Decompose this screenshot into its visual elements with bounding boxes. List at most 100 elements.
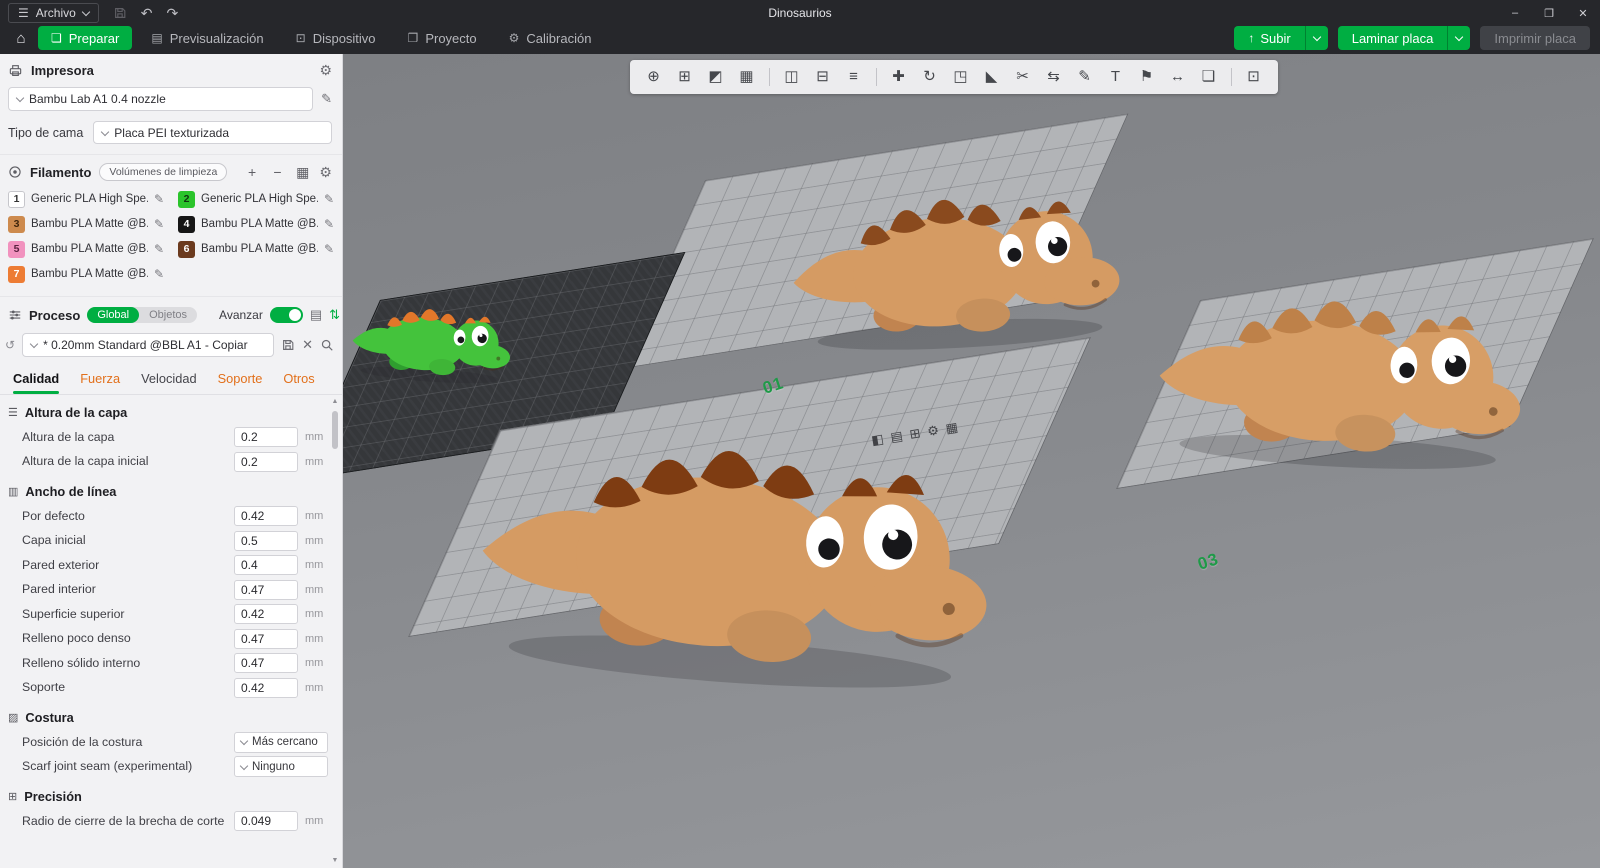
param-tab-fuerza[interactable]: Fuerza xyxy=(80,371,120,394)
scroll-up-arrow[interactable]: ▲ xyxy=(332,397,339,407)
tab-preparar[interactable]: ❏ Preparar xyxy=(38,26,133,50)
scroll-down-arrow[interactable]: ▼ xyxy=(332,856,339,866)
undo-icon[interactable]: ↶ xyxy=(141,6,153,20)
settings-group-precision: ⊞ Precisión xyxy=(0,779,328,809)
setting-input[interactable] xyxy=(234,506,298,527)
setting-input[interactable] xyxy=(234,579,298,600)
lay-on-face-icon[interactable]: ◣ xyxy=(980,65,1004,89)
filament-settings-gear-icon[interactable]: ⚙ xyxy=(319,164,332,181)
setting-select-value: Ninguno xyxy=(252,760,295,773)
scale-icon[interactable]: ◳ xyxy=(949,65,973,89)
setting-input[interactable] xyxy=(234,653,298,674)
minimize-button[interactable]: – xyxy=(1498,3,1532,23)
edit-filament-icon[interactable]: ✎ xyxy=(324,192,334,206)
upload-dropdown-button[interactable] xyxy=(1304,26,1328,50)
file-menu-button[interactable]: ☰ Archivo xyxy=(8,3,99,23)
redo-icon[interactable]: ↷ xyxy=(167,6,179,20)
setting-input[interactable] xyxy=(234,677,298,698)
dinosaur-right[interactable] xyxy=(1145,229,1557,483)
setting-input[interactable] xyxy=(234,628,298,649)
scrollbar-track[interactable] xyxy=(331,407,339,856)
arrange-icon[interactable]: ▦ xyxy=(735,65,759,89)
filament-slot-3[interactable]: 3 Bambu PLA Matte @B... ✎ xyxy=(8,214,164,234)
seam-icon[interactable]: ⚑ xyxy=(1135,65,1159,89)
rotate-icon[interactable]: ↻ xyxy=(918,65,942,89)
slice-dropdown-button[interactable] xyxy=(1447,26,1471,50)
flush-volumes-button[interactable]: Volúmenes de limpieza xyxy=(99,163,228,181)
dinosaur-front[interactable] xyxy=(460,345,1041,710)
flush-matrix-icon[interactable]: ▦ xyxy=(294,164,311,181)
close-button[interactable]: ✕ xyxy=(1566,3,1600,24)
setting-input[interactable] xyxy=(234,530,298,551)
delete-preset-icon[interactable]: ✕ xyxy=(302,337,313,353)
add-plate-icon[interactable]: ⊞ xyxy=(673,65,697,89)
scope-objetos[interactable]: Objetos xyxy=(139,307,197,323)
setting-input[interactable] xyxy=(234,811,298,832)
setting-input[interactable] xyxy=(234,604,298,625)
tab-proyecto[interactable]: ❐ Proyecto xyxy=(395,26,490,50)
paint-icon[interactable]: ✎ xyxy=(1073,65,1097,89)
save-project-icon[interactable] xyxy=(113,6,127,20)
edit-filament-icon[interactable]: ✎ xyxy=(154,242,164,256)
parameter-table-icon[interactable]: ▤ xyxy=(310,307,322,323)
auto-orient-icon[interactable]: ◩ xyxy=(704,65,728,89)
filament-slot-4[interactable]: 4 Bambu PLA Matte @B... ✎ xyxy=(178,214,334,234)
scrollbar-thumb[interactable] xyxy=(332,411,338,449)
search-settings-icon[interactable] xyxy=(320,338,334,352)
upload-button[interactable]: ↑ Subir xyxy=(1234,26,1305,50)
remove-filament-button[interactable]: − xyxy=(269,164,286,180)
filament-slot-2[interactable]: 2 Generic PLA High Spe... ✎ xyxy=(178,189,334,209)
edit-filament-icon[interactable]: ✎ xyxy=(154,217,164,231)
text-icon[interactable]: T xyxy=(1104,65,1128,89)
printer-select[interactable]: Bambu Lab A1 0.4 nozzle xyxy=(8,87,314,111)
process-preset-select[interactable]: * 0.20mm Standard @BBL A1 - Copiar xyxy=(22,333,275,357)
tab-calibracion[interactable]: ⚙ Calibración xyxy=(496,26,605,50)
setting-select[interactable]: Ninguno xyxy=(234,756,328,778)
bed-type-select[interactable]: Placa PEI texturizada xyxy=(93,121,332,144)
edit-filament-icon[interactable]: ✎ xyxy=(154,192,164,206)
save-preset-icon[interactable] xyxy=(281,338,295,352)
setting-input[interactable] xyxy=(234,427,298,448)
setting-input[interactable] xyxy=(234,451,298,472)
param-tab-velocidad[interactable]: Velocidad xyxy=(141,371,197,394)
param-tab-otros[interactable]: Otros xyxy=(283,371,314,394)
measure-icon[interactable]: ↔ xyxy=(1166,65,1190,89)
tab-previsualizacion[interactable]: ▤ Previsualización xyxy=(138,26,276,50)
add-model-icon[interactable]: ⊕ xyxy=(642,65,666,89)
tab-dispositivo[interactable]: ⊡ Dispositivo xyxy=(283,26,389,50)
setting-input[interactable] xyxy=(234,555,298,576)
split-to-objects-icon[interactable]: ◫ xyxy=(780,65,804,89)
edit-filament-icon[interactable]: ✎ xyxy=(154,267,164,281)
setting-select[interactable]: Más cercano xyxy=(234,731,328,753)
advanced-toggle[interactable] xyxy=(269,307,303,323)
split-to-parts-icon[interactable]: ⊟ xyxy=(811,65,835,89)
edit-printer-icon[interactable]: ✎ xyxy=(321,91,332,107)
maximize-button[interactable]: ❐ xyxy=(1532,3,1566,24)
assembly-icon[interactable]: ❏ xyxy=(1197,65,1221,89)
dinosaur-top[interactable] xyxy=(778,133,1148,362)
cut-icon[interactable]: ✂ xyxy=(1011,65,1035,89)
slice-plate-button[interactable]: Laminar placa xyxy=(1337,26,1448,50)
param-tab-calidad[interactable]: Calidad xyxy=(13,371,60,394)
reset-preset-icon[interactable]: ↺ xyxy=(5,338,15,352)
edit-filament-icon[interactable]: ✎ xyxy=(324,242,334,256)
add-filament-button[interactable]: + xyxy=(243,164,260,180)
filament-slot-5[interactable]: 5 Bambu PLA Matte @B... ✎ xyxy=(8,239,164,259)
settings-scrollbar[interactable]: ▲ ▼ xyxy=(330,397,340,866)
printer-settings-gear-icon[interactable]: ⚙ xyxy=(319,62,332,79)
filament-slot-7[interactable]: 7 Bambu PLA Matte @B... ✎ xyxy=(8,264,164,284)
home-button[interactable]: ⌂ xyxy=(8,30,34,47)
edit-filament-icon[interactable]: ✎ xyxy=(324,217,334,231)
filament-slot-6[interactable]: 6 Bambu PLA Matte @B... ✎ xyxy=(178,239,334,259)
dinosaur-green[interactable] xyxy=(346,276,528,390)
viewport-3d[interactable]: 01 03 ◧ ▤ ⊞ ⚙ ▦ ⊕ ⊞ ◩ ▦ ◫ ⊟ ≡ ✚ ↻ ◳ ◣ ✂ ⇆ ✎ T ⚑ ↔ ❏ ⊡ xyxy=(343,54,1600,868)
scope-global[interactable]: Global xyxy=(87,307,140,323)
variable-layer-height-icon[interactable]: ≡ xyxy=(842,65,866,89)
move-icon[interactable]: ✚ xyxy=(887,65,911,89)
compare-presets-icon[interactable]: ⇅ xyxy=(329,307,340,323)
param-tab-soporte[interactable]: Soporte xyxy=(218,371,263,394)
arrange-plates-icon[interactable]: ⊡ xyxy=(1242,65,1266,89)
mirror-icon[interactable]: ⇆ xyxy=(1042,65,1066,89)
filament-slot-1[interactable]: 1 Generic PLA High Spe... ✎ xyxy=(8,189,164,209)
group-icon: ▨ xyxy=(8,712,19,724)
